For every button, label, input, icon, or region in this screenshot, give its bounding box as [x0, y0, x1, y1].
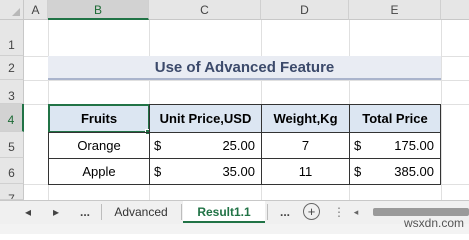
- next-sheet-icon[interactable]: ▸: [48, 201, 64, 223]
- currency-symbol: $: [354, 138, 362, 153]
- row-header-5[interactable]: 5: [0, 132, 24, 158]
- header-cell-total-price[interactable]: Total Price: [349, 104, 441, 133]
- unit-price-value: 25.00: [222, 138, 255, 153]
- row-header-4[interactable]: 4: [0, 104, 24, 132]
- tab-separator: [267, 204, 268, 220]
- row-header-3[interactable]: 3: [0, 80, 24, 104]
- sheet-tab-advanced[interactable]: Advanced: [103, 201, 179, 223]
- sheet-tab-result1-1[interactable]: Result1.1: [183, 201, 265, 223]
- header-cell-weight[interactable]: Weight,Kg: [261, 104, 350, 133]
- scroll-left-icon[interactable]: ◂: [351, 201, 361, 223]
- previous-sheet-icon[interactable]: ◂: [20, 201, 36, 223]
- currency-symbol: $: [154, 138, 162, 153]
- column-header-a[interactable]: A: [24, 0, 48, 20]
- cell-weight[interactable]: 11: [261, 158, 350, 185]
- total-value: 385.00: [394, 164, 434, 179]
- cell-total[interactable]: $ 175.00: [349, 132, 441, 159]
- watermark-text: wsxdn.com: [404, 216, 465, 230]
- cell-fruit[interactable]: Apple: [48, 158, 150, 185]
- currency-symbol: $: [354, 164, 362, 179]
- more-sheets-right-button[interactable]: ...: [273, 201, 297, 223]
- column-header-d[interactable]: D: [261, 0, 349, 20]
- sheet-title[interactable]: Use of Advanced Feature: [48, 56, 441, 79]
- gridline: [441, 20, 442, 200]
- unit-price-value: 35.00: [222, 164, 255, 179]
- header-cell-fruits[interactable]: Fruits: [48, 104, 150, 133]
- cell-unit-price[interactable]: $ 25.00: [149, 132, 262, 159]
- cell-weight[interactable]: 7: [261, 132, 350, 159]
- cell-total[interactable]: $ 385.00: [349, 158, 441, 185]
- column-header-f[interactable]: [441, 0, 469, 20]
- currency-symbol: $: [154, 164, 162, 179]
- add-sheet-button[interactable]: +: [303, 203, 320, 220]
- row-header-7[interactable]: 7: [0, 184, 24, 200]
- tab-options-icon[interactable]: ⋮: [333, 201, 345, 223]
- select-all-triangle-icon: [12, 8, 20, 16]
- row-header-1[interactable]: 1: [0, 20, 24, 56]
- cell-unit-price[interactable]: $ 35.00: [149, 158, 262, 185]
- tab-separator: [181, 204, 182, 220]
- gridline: [24, 80, 469, 81]
- tab-separator: [101, 204, 102, 220]
- row-header-6[interactable]: 6: [0, 158, 24, 184]
- total-value: 175.00: [394, 138, 434, 153]
- header-cell-unit-price[interactable]: Unit Price,USD: [149, 104, 262, 133]
- column-header-c[interactable]: C: [149, 0, 261, 20]
- column-header-b[interactable]: B: [48, 0, 149, 20]
- cell-fruit[interactable]: Orange: [48, 132, 150, 159]
- column-header-e[interactable]: E: [349, 0, 441, 20]
- status-bar: [0, 224, 469, 234]
- row-header-2[interactable]: 2: [0, 56, 24, 80]
- more-sheets-left-button[interactable]: ...: [74, 201, 96, 223]
